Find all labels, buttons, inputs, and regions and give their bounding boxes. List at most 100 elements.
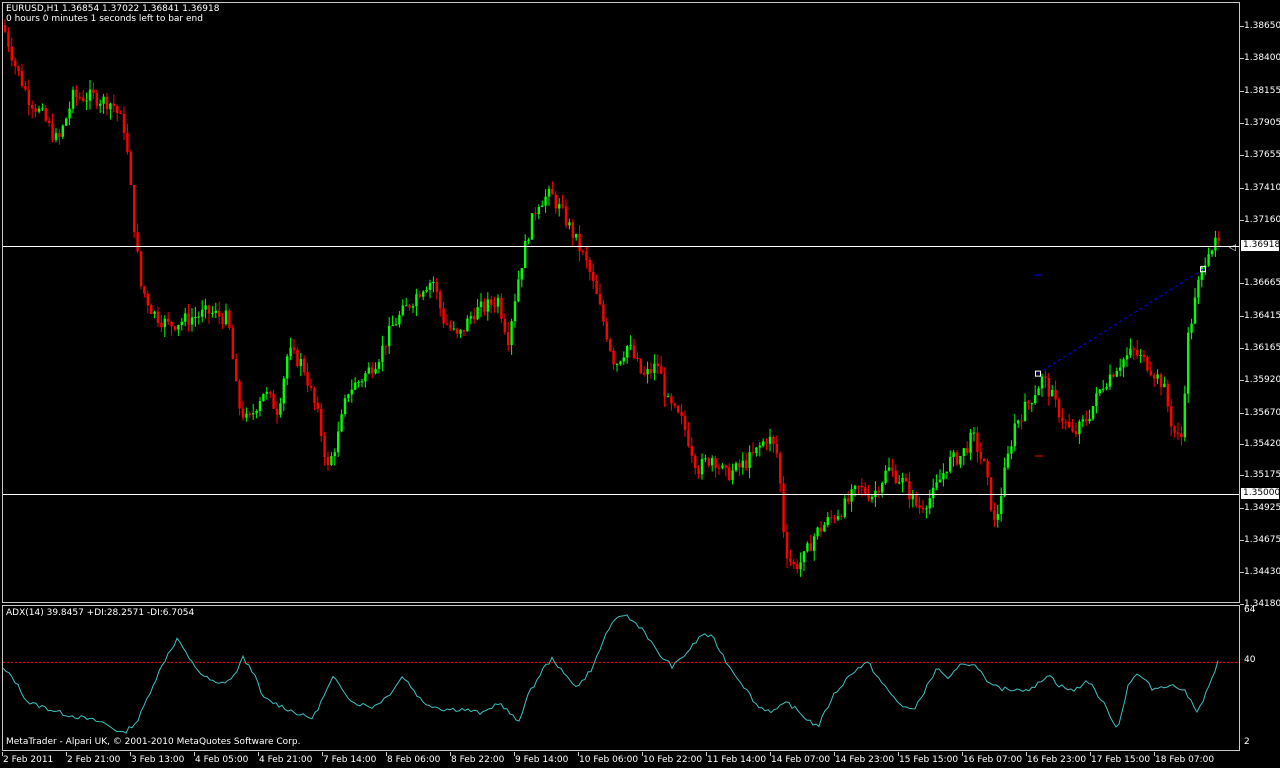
- bull-candle: [1051, 390, 1054, 397]
- bull-candle: [476, 307, 479, 320]
- bear-candle: [17, 66, 20, 71]
- bear-candle: [578, 233, 581, 252]
- bear-candle: [442, 308, 445, 324]
- bear-candle: [493, 305, 496, 307]
- bear-candle: [1047, 377, 1050, 397]
- bear-candle: [418, 294, 421, 297]
- bull-candle: [853, 485, 857, 490]
- bear-candle: [598, 293, 602, 305]
- bull-candle: [184, 313, 187, 322]
- bull-candle: [1163, 383, 1166, 388]
- bull-candle: [330, 456, 333, 466]
- adx-chart[interactable]: [3, 606, 1239, 750]
- bear-candle: [112, 103, 115, 106]
- bull-candle: [367, 367, 370, 374]
- bear-candle: [979, 452, 982, 459]
- bear-candle: [136, 232, 139, 252]
- bear-candle: [690, 445, 693, 456]
- time-label: 7 Feb 14:00: [323, 755, 377, 765]
- bear-candle: [1054, 390, 1057, 400]
- bear-candle: [235, 359, 238, 382]
- bull-candle: [360, 381, 364, 383]
- bull-candle: [1210, 250, 1214, 255]
- bull-candle: [469, 316, 472, 319]
- bear-candle: [609, 339, 612, 351]
- time-label: 17 Feb 15:00: [1091, 755, 1151, 765]
- bull-candle: [1023, 401, 1027, 421]
- bear-candle: [1020, 420, 1023, 422]
- bear-candle: [1085, 419, 1088, 422]
- bear-candle: [500, 297, 503, 319]
- time-label: 10 Feb 22:00: [643, 755, 703, 765]
- bull-candle: [262, 393, 265, 402]
- bull-candle: [799, 562, 802, 570]
- bear-candle: [95, 93, 98, 106]
- level-line-135[interactable]: [3, 494, 1239, 495]
- bear-candle: [724, 465, 727, 468]
- price-scale-label: 1.35670: [1244, 408, 1280, 418]
- bull-candle: [1013, 423, 1016, 447]
- bull-candle: [289, 347, 292, 357]
- bear-candle: [78, 97, 81, 99]
- bear-candle: [789, 558, 792, 562]
- bull-candle: [194, 317, 197, 319]
- bear-candle: [371, 367, 374, 374]
- time-label: 15 Feb 15:00: [899, 755, 959, 765]
- bull-candle: [428, 282, 432, 290]
- bull-candle: [347, 394, 350, 399]
- bull-candle: [901, 477, 904, 483]
- bear-candle: [435, 281, 438, 292]
- bull-candle: [1207, 254, 1210, 266]
- price-tick: [1240, 123, 1244, 124]
- bull-candle: [887, 467, 891, 471]
- bear-candle: [775, 443, 778, 454]
- bull-candle: [153, 311, 156, 315]
- bull-candle: [629, 345, 632, 347]
- bull-candle: [816, 527, 819, 537]
- bull-candle: [802, 551, 806, 563]
- bear-candle: [126, 132, 129, 153]
- bear-candle: [782, 483, 785, 533]
- trendline: [1037, 268, 1204, 375]
- bull-candle: [214, 310, 217, 313]
- price-scale-label: 1.34430: [1244, 567, 1280, 577]
- bear-candle: [449, 324, 452, 329]
- bull-candle: [102, 96, 105, 104]
- bull-candle: [85, 100, 88, 102]
- bull-candle: [741, 460, 744, 468]
- bull-candle: [945, 471, 948, 473]
- bear-candle: [173, 326, 177, 330]
- bull-candle: [544, 196, 547, 206]
- bear-candle: [561, 204, 564, 207]
- bear-candle: [571, 222, 574, 238]
- price-chart[interactable]: [3, 3, 1239, 602]
- current-price-line[interactable]: [3, 246, 1239, 247]
- bear-candle: [717, 467, 721, 469]
- bear-candle: [139, 251, 143, 287]
- bear-candle: [320, 408, 323, 436]
- bear-candle: [1146, 356, 1149, 371]
- bear-candle: [1068, 421, 1071, 428]
- bull-candle: [41, 108, 44, 110]
- bull-candle: [415, 294, 418, 307]
- bull-candle: [510, 321, 513, 345]
- bear-candle: [1027, 401, 1030, 404]
- bear-candle: [296, 349, 299, 367]
- price-scale-label: 1.38155: [1244, 86, 1280, 96]
- price-tick: [1240, 91, 1244, 92]
- bear-candle: [306, 372, 309, 386]
- bull-candle: [61, 125, 64, 137]
- time-label: 3 Feb 13:00: [131, 755, 185, 765]
- bull-candle: [411, 306, 415, 308]
- time-label: 16 Feb 07:00: [963, 755, 1023, 765]
- time-label: 4 Feb 05:00: [195, 755, 249, 765]
- bear-candle: [993, 510, 996, 520]
- bear-candle: [908, 481, 911, 500]
- bull-candle: [952, 452, 955, 458]
- bull-candle: [1193, 297, 1197, 324]
- price-scale-label: 1.37905: [1244, 118, 1280, 128]
- price-tick: [1240, 444, 1244, 445]
- bull-candle: [836, 516, 840, 520]
- bear-candle: [1170, 406, 1173, 427]
- bull-candle: [870, 496, 874, 500]
